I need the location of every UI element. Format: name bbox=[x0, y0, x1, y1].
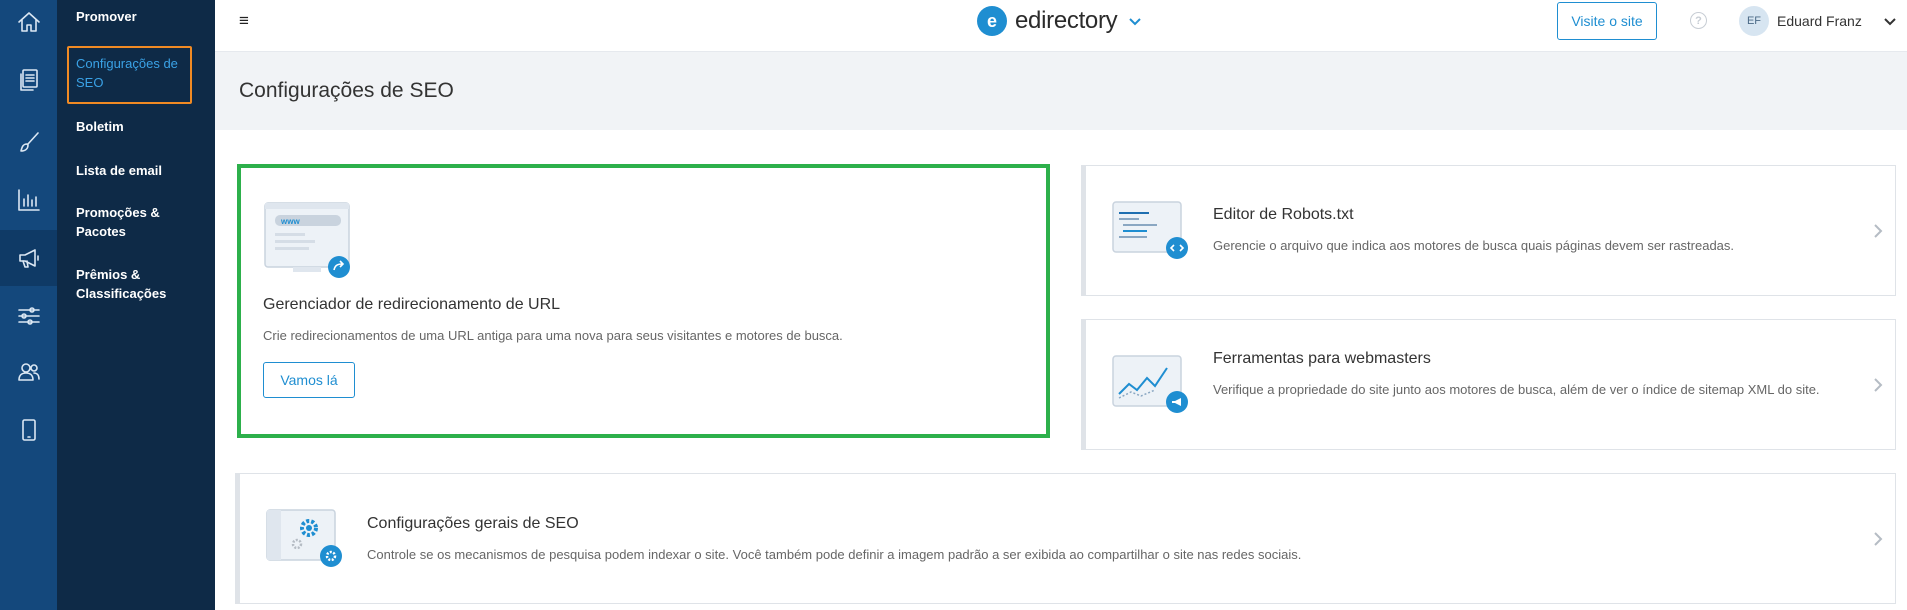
card-robots-editor[interactable]: Editor de Robots.txt Gerencie o arquivo … bbox=[1081, 165, 1896, 296]
sliders-icon bbox=[17, 307, 40, 325]
chevron-right-icon bbox=[1872, 531, 1884, 547]
active-item-highlight bbox=[67, 46, 192, 104]
card-description: Verifique a propriedade do site junto ao… bbox=[1213, 382, 1820, 397]
rail-promote[interactable] bbox=[0, 230, 57, 286]
card-general-seo[interactable]: Configurações gerais de SEO Controle se … bbox=[235, 473, 1896, 604]
help-icon[interactable]: ? bbox=[1690, 12, 1707, 29]
card-description: Controle se os mecanismos de pesquisa po… bbox=[367, 547, 1302, 562]
subnav-item-boletim[interactable]: Boletim bbox=[76, 117, 204, 136]
page-title: Configurações de SEO bbox=[239, 79, 454, 102]
home-icon bbox=[17, 12, 40, 32]
rail-reports[interactable] bbox=[0, 172, 57, 228]
brush-icon bbox=[19, 132, 39, 152]
subnav-item-awards[interactable]: Prêmios & Classificações bbox=[76, 265, 204, 303]
chevron-right-icon bbox=[1872, 377, 1884, 393]
card-description: Gerencie o arquivo que indica aos motore… bbox=[1213, 238, 1735, 253]
chart-icon bbox=[17, 189, 40, 211]
rail-users[interactable] bbox=[0, 344, 57, 400]
top-bar: ≡ e edirectory Visite o site ? EF Eduard… bbox=[215, 0, 1907, 52]
settings-gear-icon bbox=[265, 508, 345, 570]
icon-rail bbox=[0, 0, 57, 610]
brand-name: edirectory bbox=[1015, 7, 1118, 34]
card-title: Configurações gerais de SEO bbox=[367, 515, 579, 532]
rail-mobile[interactable] bbox=[0, 402, 57, 458]
subnav-item-email-list[interactable]: Lista de email bbox=[76, 161, 204, 180]
site-switcher[interactable]: e edirectory bbox=[977, 6, 1143, 36]
megaphone-icon bbox=[18, 249, 39, 268]
mobile-icon bbox=[21, 419, 36, 441]
chevron-down-icon[interactable] bbox=[1883, 14, 1897, 28]
user-name[interactable]: Eduard Franz bbox=[1777, 13, 1862, 29]
visit-site-button[interactable]: Visite o site bbox=[1557, 2, 1657, 40]
card-title: Editor de Robots.txt bbox=[1213, 206, 1354, 223]
rail-pages[interactable] bbox=[0, 52, 57, 108]
analytics-chart-icon bbox=[1111, 354, 1191, 416]
pages-icon bbox=[19, 69, 38, 91]
card-title: Ferramentas para webmasters bbox=[1213, 350, 1431, 367]
rail-settings[interactable] bbox=[0, 288, 57, 344]
card-highlight bbox=[237, 164, 1050, 438]
rail-design[interactable] bbox=[0, 114, 57, 170]
code-editor-icon bbox=[1111, 200, 1191, 262]
chevron-right-icon bbox=[1872, 223, 1884, 239]
subnav-item-promover[interactable]: Promover bbox=[76, 7, 204, 26]
chevron-down-icon bbox=[1127, 13, 1143, 29]
card-webmaster-tools[interactable]: Ferramentas para webmasters Verifique a … bbox=[1081, 319, 1896, 450]
subnav-item-promotions[interactable]: Promoções & Pacotes bbox=[76, 203, 204, 241]
menu-toggle-icon[interactable]: ≡ bbox=[239, 12, 249, 30]
rail-home[interactable] bbox=[0, 0, 57, 50]
brand-logo-icon: e bbox=[977, 6, 1007, 36]
avatar[interactable]: EF bbox=[1739, 6, 1769, 36]
page-header: Configurações de SEO bbox=[215, 52, 1907, 130]
users-icon bbox=[17, 363, 40, 381]
